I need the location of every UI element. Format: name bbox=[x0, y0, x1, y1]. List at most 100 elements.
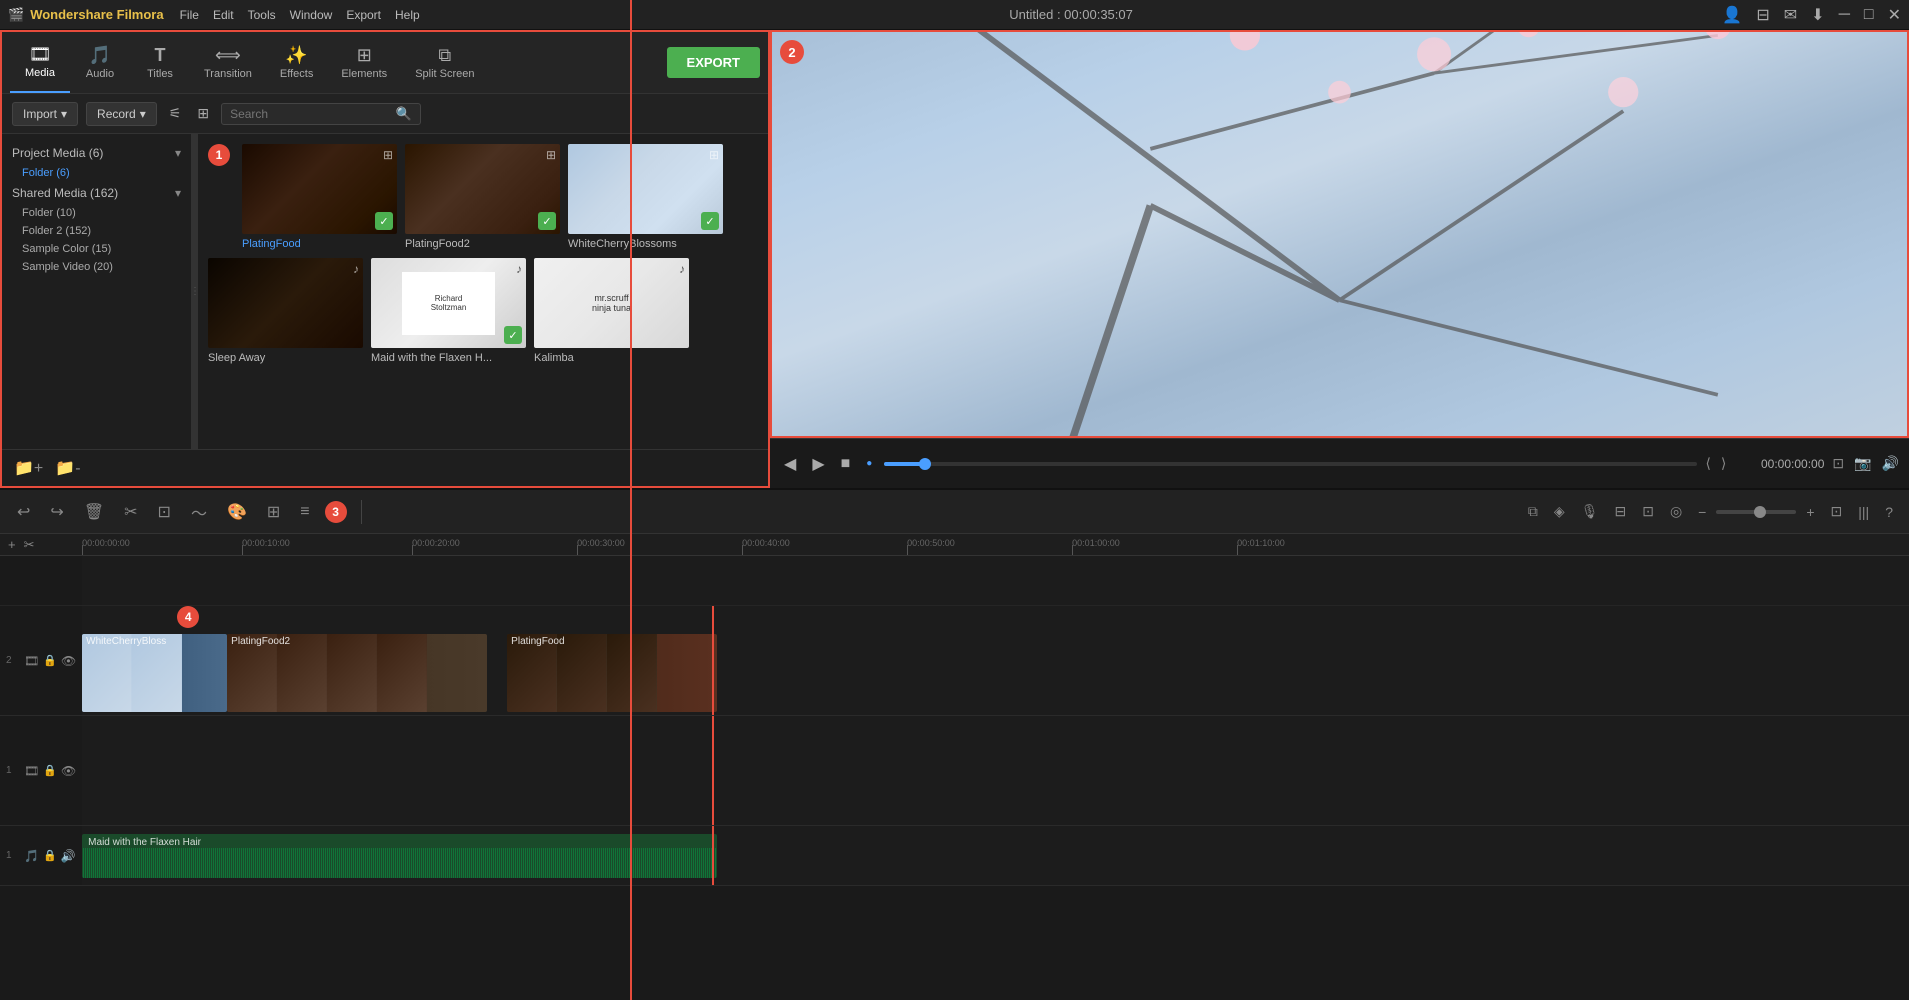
filter-icon[interactable]: ⚟ bbox=[165, 103, 186, 124]
top-area: 🎞 Media 🎵 Audio T Titles ⟺ Transition ✨ bbox=[0, 30, 1909, 490]
audio-clip-maid[interactable]: Maid with the Flaxen Hair bbox=[82, 834, 717, 878]
screenshot-icon[interactable]: 📷 bbox=[1854, 455, 1871, 472]
add-folder-icon[interactable]: 📁+ bbox=[14, 458, 43, 478]
progress-dot bbox=[919, 458, 931, 470]
video-track-icon-2: 🎞 bbox=[24, 654, 39, 668]
mail-icon[interactable]: ✉ bbox=[1784, 5, 1797, 25]
ruler-label-1: 00:00:10:00 bbox=[242, 538, 290, 548]
crop-button[interactable]: ⊡ bbox=[153, 499, 176, 525]
clip-plating1[interactable]: PlatingFood bbox=[507, 634, 717, 712]
volume-icon[interactable]: 🔊 bbox=[1882, 455, 1899, 472]
kalimba-name: Kalimba bbox=[534, 352, 689, 364]
export-button[interactable]: EXPORT bbox=[667, 47, 760, 78]
voice-icon[interactable]: 🎙 bbox=[1577, 501, 1603, 522]
media-item-platingfood[interactable]: ⊞ ✓ PlatingFood bbox=[242, 144, 397, 250]
add-track-icon[interactable]: + bbox=[8, 537, 16, 552]
ruler-label-0: 00:00:00:00 bbox=[82, 538, 130, 548]
user-icon[interactable]: 👤 bbox=[1722, 5, 1742, 25]
eye-icon-a1[interactable]: 🔊 bbox=[61, 849, 76, 863]
out-point-icon[interactable]: ⟩ bbox=[1721, 455, 1726, 472]
prev-frame-button[interactable]: ◀ bbox=[780, 450, 800, 478]
eye-icon-v2[interactable]: 👁 bbox=[61, 654, 76, 668]
tab-effects[interactable]: ✨ Effects bbox=[266, 32, 327, 93]
close-icon[interactable]: ✕ bbox=[1888, 5, 1901, 25]
pip-icon[interactable]: ⊡ bbox=[1638, 501, 1658, 522]
sidebar-folder-6[interactable]: Folder (6) bbox=[2, 164, 191, 182]
redo-button[interactable]: ↪ bbox=[45, 499, 68, 525]
grid-view-icon[interactable]: ⊞ bbox=[193, 103, 213, 124]
zoom-out-icon[interactable]: − bbox=[1694, 502, 1710, 522]
menu-bar: File Edit Tools Window Export Help bbox=[180, 8, 420, 22]
cut-button[interactable]: ✂ bbox=[119, 499, 142, 525]
clip-cherry-blossoms[interactable]: WhiteCherryBloss bbox=[82, 634, 227, 712]
menu-help[interactable]: Help bbox=[395, 8, 420, 22]
maximize-icon[interactable]: □ bbox=[1864, 6, 1874, 24]
minimize-icon[interactable]: ─ bbox=[1839, 6, 1850, 24]
tab-audio[interactable]: 🎵 Audio bbox=[70, 32, 130, 93]
tab-split-screen[interactable]: ⧉ Split Screen bbox=[401, 32, 488, 93]
menu-window[interactable]: Window bbox=[290, 8, 333, 22]
media-item-sleepaway[interactable]: ♪ Sleep Away bbox=[208, 258, 363, 364]
mask-icon[interactable]: ◈ bbox=[1550, 501, 1569, 522]
undo-button[interactable]: ↩ bbox=[12, 499, 35, 525]
media-item-cherryblossoms[interactable]: ⊞ ✓ WhiteCherryBlossoms bbox=[568, 144, 723, 250]
eye-icon-v1[interactable]: 👁 bbox=[61, 764, 76, 778]
shared-media-arrow: ▾ bbox=[175, 186, 181, 200]
transform-button[interactable]: ⊞ bbox=[262, 499, 285, 525]
color-button[interactable]: 🎨 bbox=[222, 499, 252, 525]
fullscreen-icon[interactable]: ⊡ bbox=[1832, 455, 1844, 472]
tab-media[interactable]: 🎞 Media bbox=[10, 32, 70, 93]
audio-tab-icon: 🎵 bbox=[89, 46, 111, 64]
sidebar-folder2-152[interactable]: Folder 2 (152) bbox=[2, 222, 191, 240]
media-item-maid[interactable]: ♪ ✓ RichardStoltzman Maid with the Flaxe… bbox=[371, 258, 526, 364]
lock-icon-a1[interactable]: 🔒 bbox=[43, 849, 57, 862]
media-item-platingfood2[interactable]: ⊞ ✓ PlatingFood2 bbox=[405, 144, 560, 250]
stop-button[interactable]: ■ bbox=[837, 451, 855, 477]
progress-bar[interactable] bbox=[884, 462, 1697, 466]
import-dropdown[interactable]: Import ▾ bbox=[12, 102, 78, 126]
stabilize-icon[interactable]: ◎ bbox=[1666, 501, 1686, 522]
step-badge-1: 1 bbox=[208, 144, 230, 166]
sidebar-project-media[interactable]: Project Media (6) ▾ bbox=[2, 142, 191, 164]
menu-edit[interactable]: Edit bbox=[213, 8, 234, 22]
zoom-track[interactable] bbox=[1716, 510, 1796, 514]
grid-icon-3: ⊞ bbox=[709, 148, 719, 162]
scene-detect-icon[interactable]: ⧉ bbox=[1524, 501, 1542, 522]
menu-export[interactable]: Export bbox=[346, 8, 381, 22]
sidebar-sample-video[interactable]: Sample Video (20) bbox=[2, 258, 191, 276]
menu-file[interactable]: File bbox=[180, 8, 199, 22]
next-frame-button[interactable]: ● bbox=[862, 454, 876, 473]
lock-icon-v2[interactable]: 🔒 bbox=[43, 654, 57, 667]
subtitle-icon[interactable]: ⊟ bbox=[1610, 501, 1630, 522]
tab-elements[interactable]: ⊞ Elements bbox=[327, 32, 401, 93]
media-item-kalimba[interactable]: ♪ mr.scruffninja tuna Kalimba bbox=[534, 258, 689, 364]
clip-plating2[interactable]: PlatingFood2 bbox=[227, 634, 487, 712]
preview-video: 2 bbox=[770, 30, 1909, 438]
help-icon[interactable]: ? bbox=[1881, 502, 1897, 522]
sidebar-sample-color[interactable]: Sample Color (15) bbox=[2, 240, 191, 258]
snap-icon[interactable]: ||| bbox=[1854, 502, 1873, 522]
speed-button[interactable]: ≡ bbox=[295, 500, 314, 524]
in-point-icon[interactable]: ⟨ bbox=[1705, 455, 1710, 472]
menu-tools[interactable]: Tools bbox=[248, 8, 276, 22]
check-badge: ✓ bbox=[375, 212, 393, 230]
audio-clip-label: Maid with the Flaxen Hair bbox=[88, 837, 201, 848]
remove-folder-icon[interactable]: 📁- bbox=[55, 458, 80, 478]
timeline-toolbar: ↩ ↪ 🗑 ✂ ⊡ 〜 🎨 ⊞ ≡ 3 ⧉ ◈ 🎙 ⊟ ⊡ ◎ − bbox=[0, 490, 1909, 534]
download-icon[interactable]: ⬇ bbox=[1811, 5, 1824, 25]
delete-button[interactable]: 🗑 bbox=[79, 499, 109, 525]
audio-button[interactable]: 〜 bbox=[186, 497, 212, 527]
lock-icon-v1[interactable]: 🔒 bbox=[43, 764, 57, 777]
zoom-thumb bbox=[1754, 506, 1766, 518]
record-dropdown[interactable]: Record ▾ bbox=[86, 102, 157, 126]
tab-titles[interactable]: T Titles bbox=[130, 32, 190, 93]
play-button[interactable]: ▶ bbox=[808, 450, 828, 478]
tab-transition[interactable]: ⟺ Transition bbox=[190, 32, 266, 93]
share-icon[interactable]: ⊟ bbox=[1756, 5, 1769, 25]
search-input[interactable] bbox=[230, 107, 396, 121]
zoom-in-icon[interactable]: + bbox=[1802, 502, 1818, 522]
fit-icon[interactable]: ⊡ bbox=[1827, 501, 1847, 522]
scissors-icon[interactable]: ✂ bbox=[24, 537, 35, 553]
sidebar-shared-media[interactable]: Shared Media (162) ▾ bbox=[2, 182, 191, 204]
sidebar-folder-10[interactable]: Folder (10) bbox=[2, 204, 191, 222]
